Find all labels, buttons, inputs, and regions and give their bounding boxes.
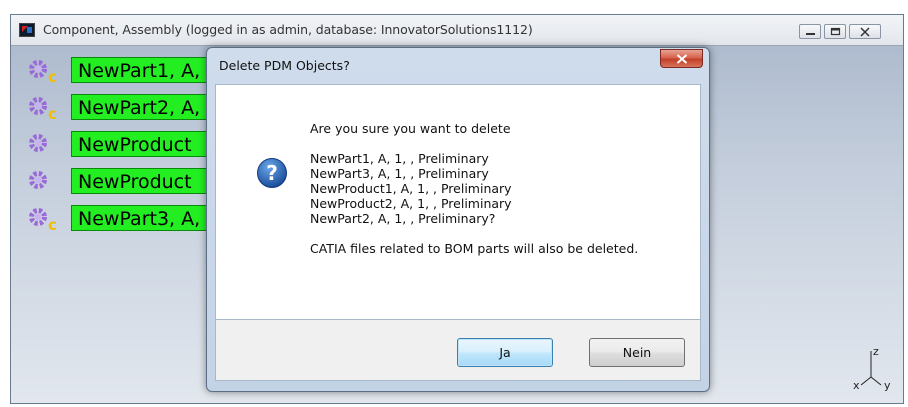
message-note: CATIA files related to BOM parts will al…	[310, 241, 639, 256]
part-gear-icon: c	[29, 60, 57, 83]
minimize-button[interactable]	[799, 24, 821, 39]
part-gear-icon: c	[29, 208, 57, 231]
message-item: NewPart3, A, 1, , Preliminary	[310, 166, 489, 181]
dialog-close-button[interactable]	[660, 49, 703, 68]
product-gear-icon	[29, 171, 47, 189]
svg-text:c: c	[48, 68, 57, 83]
window-titlebar[interactable]: Component, Assembly (logged in as admin,…	[11, 15, 903, 46]
maximize-button[interactable]	[824, 24, 846, 39]
message-question: Are you sure you want to delete	[310, 121, 511, 136]
no-button[interactable]: Nein	[589, 338, 685, 367]
message-item: NewProduct1, A, 1, , Preliminary	[310, 181, 512, 196]
window-close-button[interactable]	[849, 24, 881, 39]
catia-app-icon	[19, 23, 35, 37]
message-text: Are you sure you want to delete NewPart1…	[310, 121, 638, 256]
close-icon	[676, 54, 688, 64]
dialog-button-area: Ja Nein	[215, 320, 701, 381]
dialog-title: Delete PDM Objects?	[219, 58, 350, 73]
tree-item[interactable]: c NewPart3, A,	[19, 203, 231, 233]
message-item: NewProduct2, A, 1, , Preliminary	[310, 196, 512, 211]
compass-axis-icon: z x y	[853, 345, 891, 391]
svg-text:?: ?	[266, 161, 278, 185]
minimize-icon	[806, 33, 815, 35]
svg-text:c: c	[48, 216, 57, 231]
message-item: NewPart2, A, 1, , Preliminary?	[310, 211, 496, 226]
axis-x-label: x	[853, 379, 860, 391]
restore-icon	[830, 27, 841, 36]
dialog-message-area: ? Are you sure you want to delete NewPar…	[215, 84, 701, 320]
svg-text:c: c	[48, 105, 57, 120]
tree-item[interactable]: c NewPart1, A,	[19, 55, 231, 85]
axis-z-label: z	[873, 345, 879, 358]
yes-button[interactable]: Ja	[457, 338, 553, 367]
message-item: NewPart1, A, 1, , Preliminary	[310, 151, 489, 166]
tree-item[interactable]: NewProduct	[19, 129, 231, 159]
close-x-icon	[860, 27, 870, 37]
product-gear-icon	[29, 134, 47, 152]
delete-pdm-objects-dialog: Delete PDM Objects? ? Are you sure you w…	[206, 47, 710, 392]
tree-item[interactable]: c NewPart2, A,	[19, 92, 231, 122]
question-icon: ?	[257, 158, 287, 188]
part-gear-icon: c	[29, 97, 57, 120]
axis-y-label: y	[884, 379, 891, 391]
window-title: Component, Assembly (logged in as admin,…	[43, 22, 533, 37]
tree-item[interactable]: NewProduct	[19, 166, 231, 196]
